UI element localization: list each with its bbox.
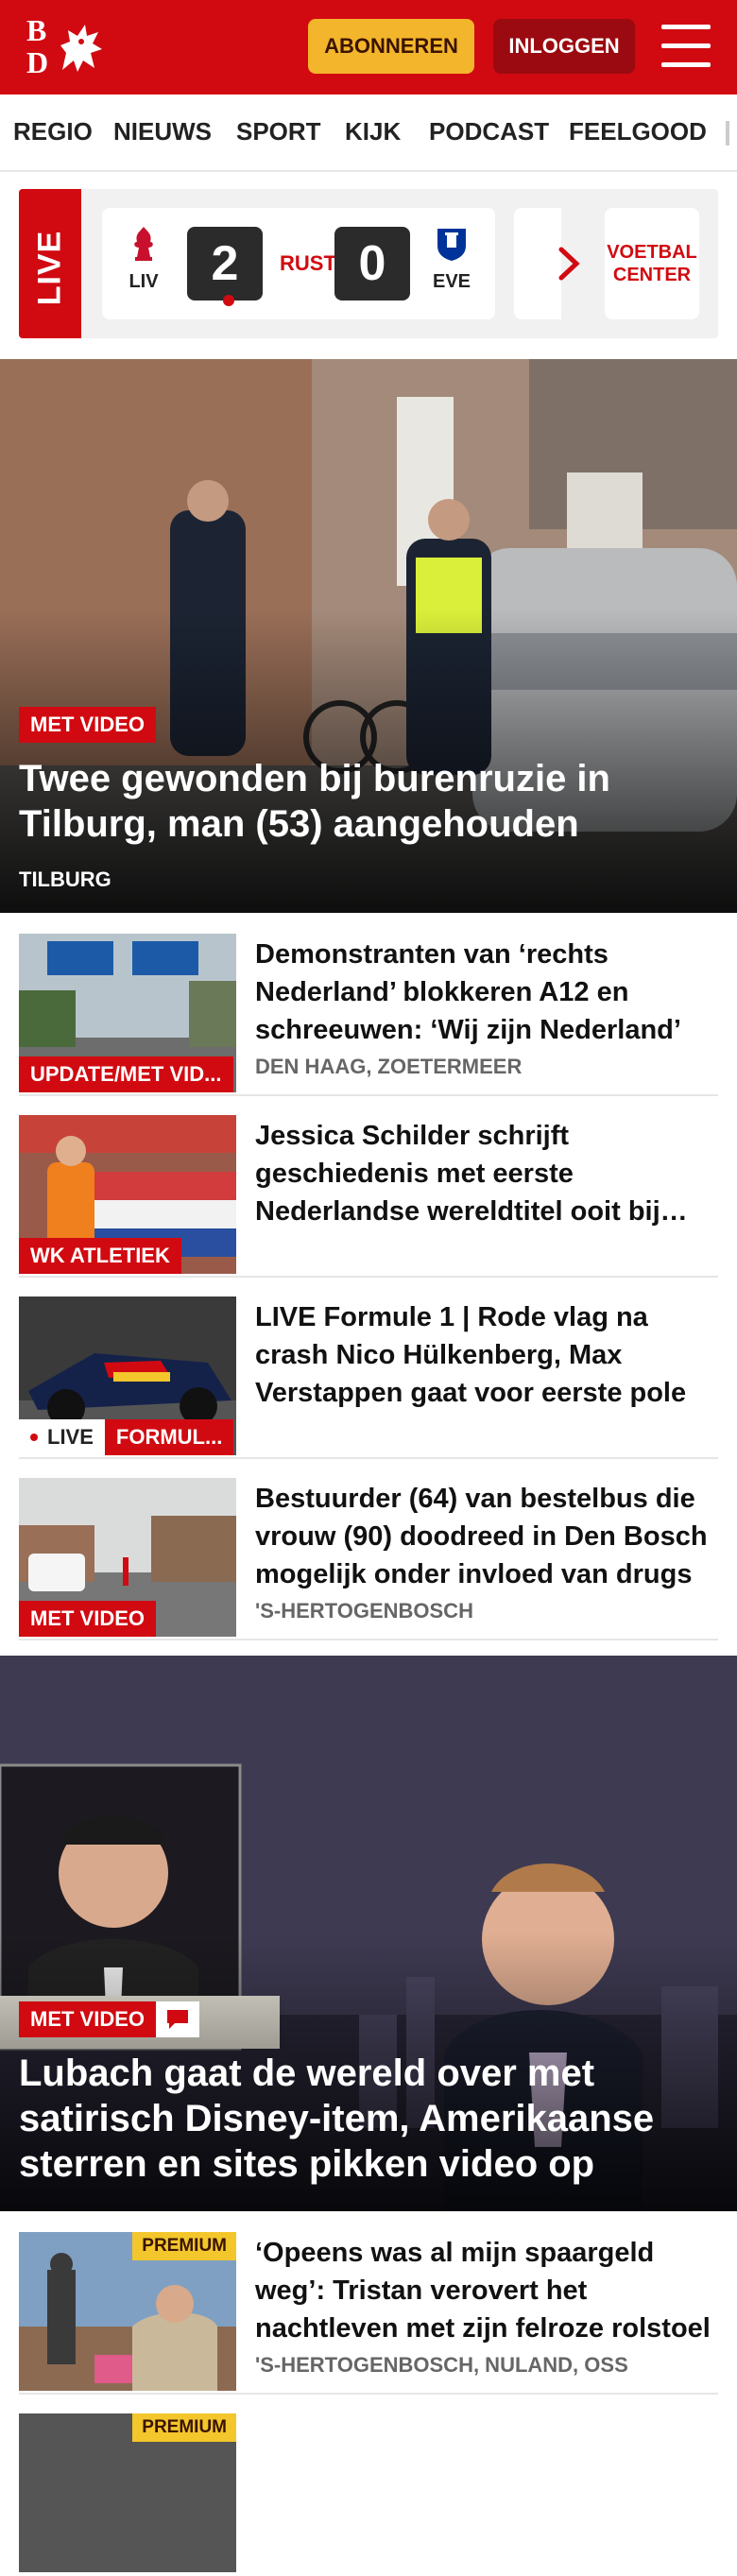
article-thumbnail: LIVE FORMUL... bbox=[19, 1297, 236, 1455]
subscribe-button[interactable]: ABONNEREN bbox=[308, 19, 474, 74]
video-hero-article[interactable]: MET VIDEO Lubach gaat de wereld over met… bbox=[0, 1656, 737, 2211]
everton-crest-icon bbox=[437, 229, 466, 261]
hero-location: TILBURG bbox=[19, 867, 111, 891]
live-label: LIVE bbox=[19, 1419, 105, 1455]
article-tag: WK ATLETIEK bbox=[19, 1238, 181, 1274]
live-dot-icon bbox=[223, 295, 234, 306]
hero-tag: MET VIDEO bbox=[19, 707, 157, 743]
home-score: 2 bbox=[187, 227, 263, 301]
nav-item-kijk[interactable]: KIJK bbox=[345, 117, 401, 146]
hero-article[interactable]: MET VIDEO Twee gewonden bij burenruzie i… bbox=[0, 359, 737, 913]
live-scores-strip: LIVE LIV 2 RUST 0 EVE VOETBAL CENTER bbox=[19, 189, 718, 338]
nav-item-sport[interactable]: SPORT bbox=[236, 117, 321, 146]
list-item[interactable]: UPDATE/MET VID... Demonstranten van ‘rec… bbox=[19, 930, 718, 1096]
article-title[interactable]: LIVE Formule 1 | Rode vlag na crash Nico… bbox=[255, 1298, 718, 1412]
list-item[interactable]: PREMIUM bbox=[19, 2410, 718, 2576]
list-item[interactable]: WK ATLETIEK Jessica Schilder schrijft ge… bbox=[19, 1111, 718, 1278]
list-item[interactable]: LIVE FORMUL... LIVE Formule 1 | Rode vla… bbox=[19, 1293, 718, 1459]
premium-badge: PREMIUM bbox=[132, 2413, 236, 2442]
article-title[interactable]: Jessica Schilder schrijft geschiedenis m… bbox=[255, 1117, 718, 1230]
nav-item-podcast[interactable]: PODCAST bbox=[429, 117, 549, 146]
list-item[interactable]: PREMIUM ‘Opeens was al mijn spaargeld we… bbox=[19, 2228, 718, 2395]
article-title[interactable]: Bestuurder (64) van bestelbus die vrouw … bbox=[255, 1480, 718, 1593]
live-match-card[interactable]: LIV 2 RUST 0 EVE bbox=[102, 208, 495, 319]
article-tag: FORMUL... bbox=[104, 1419, 234, 1455]
next-match-card[interactable] bbox=[514, 208, 561, 319]
article-location: 'S-HERTOGENBOSCH bbox=[255, 1599, 473, 1623]
article-title[interactable]: Demonstranten van ‘rechts Nederland’ blo… bbox=[255, 936, 718, 1049]
menu-icon[interactable] bbox=[661, 25, 711, 68]
article-thumbnail: MET VIDEO bbox=[19, 1478, 236, 1637]
login-button[interactable]: INLOGGEN bbox=[493, 19, 635, 74]
video-tags: MET VIDEO bbox=[19, 2001, 200, 2037]
nav-item-regio[interactable]: REGIO bbox=[13, 117, 93, 146]
list-item[interactable]: MET VIDEO Bestuurder (64) van bestelbus … bbox=[19, 1474, 718, 1640]
chevron-right-icon[interactable] bbox=[557, 246, 580, 282]
liverpool-crest-icon bbox=[134, 227, 153, 261]
comment-icon bbox=[156, 2001, 200, 2037]
article-tag: MET VIDEO bbox=[19, 1601, 157, 1637]
away-team: EVE bbox=[423, 225, 480, 293]
live-badge: LIVE bbox=[19, 189, 81, 338]
article-title[interactable]: ‘Opeens was al mijn spaargeld weg’: Tris… bbox=[255, 2234, 718, 2347]
away-team-abbr: EVE bbox=[432, 271, 471, 292]
away-score: 0 bbox=[334, 227, 410, 301]
hero-title[interactable]: Twee gewonden bij burenruzie in Tilburg,… bbox=[19, 756, 699, 847]
video-hero-title[interactable]: Lubach gaat de wereld over met satirisch… bbox=[19, 2051, 718, 2187]
top-bar: B D ABONNEREN INLOGGEN bbox=[0, 0, 737, 94]
logo-letter-b: B bbox=[26, 13, 47, 47]
section-nav: REGIO NIEUWS SPORT KIJK PODCAST FEELGOOD bbox=[0, 94, 737, 172]
nav-item-feelgood[interactable]: FEELGOOD bbox=[569, 117, 707, 146]
article-location: DEN HAAG, ZOETERMEER bbox=[255, 1055, 523, 1078]
match-status: RUST bbox=[280, 251, 336, 275]
video-tag: MET VIDEO bbox=[19, 2001, 157, 2037]
premium-badge: PREMIUM bbox=[132, 2232, 236, 2260]
article-thumbnail: PREMIUM bbox=[19, 2232, 236, 2391]
nav-item-nieuws[interactable]: NIEUWS bbox=[113, 117, 212, 146]
live-dot-icon bbox=[30, 1434, 38, 1441]
logo-letter-d: D bbox=[26, 45, 49, 79]
home-team-abbr: LIV bbox=[129, 271, 159, 292]
voetbal-center-link[interactable]: VOETBAL CENTER bbox=[605, 208, 699, 319]
dragon-icon bbox=[60, 25, 102, 72]
article-thumbnail: WK ATLETIEK bbox=[19, 1115, 236, 1274]
article-tag: UPDATE/MET VID... bbox=[19, 1056, 233, 1092]
article-location: 'S-HERTOGENBOSCH, NULAND, OSS bbox=[255, 2353, 628, 2377]
home-team: LIV bbox=[115, 225, 172, 293]
article-thumbnail: PREMIUM bbox=[19, 2413, 236, 2572]
nav-overflow-indicator bbox=[726, 121, 729, 146]
article-tags: LIVE FORMUL... bbox=[19, 1419, 234, 1455]
article-thumbnail: UPDATE/MET VID... bbox=[19, 934, 236, 1092]
bd-logo[interactable]: B D bbox=[19, 15, 110, 79]
